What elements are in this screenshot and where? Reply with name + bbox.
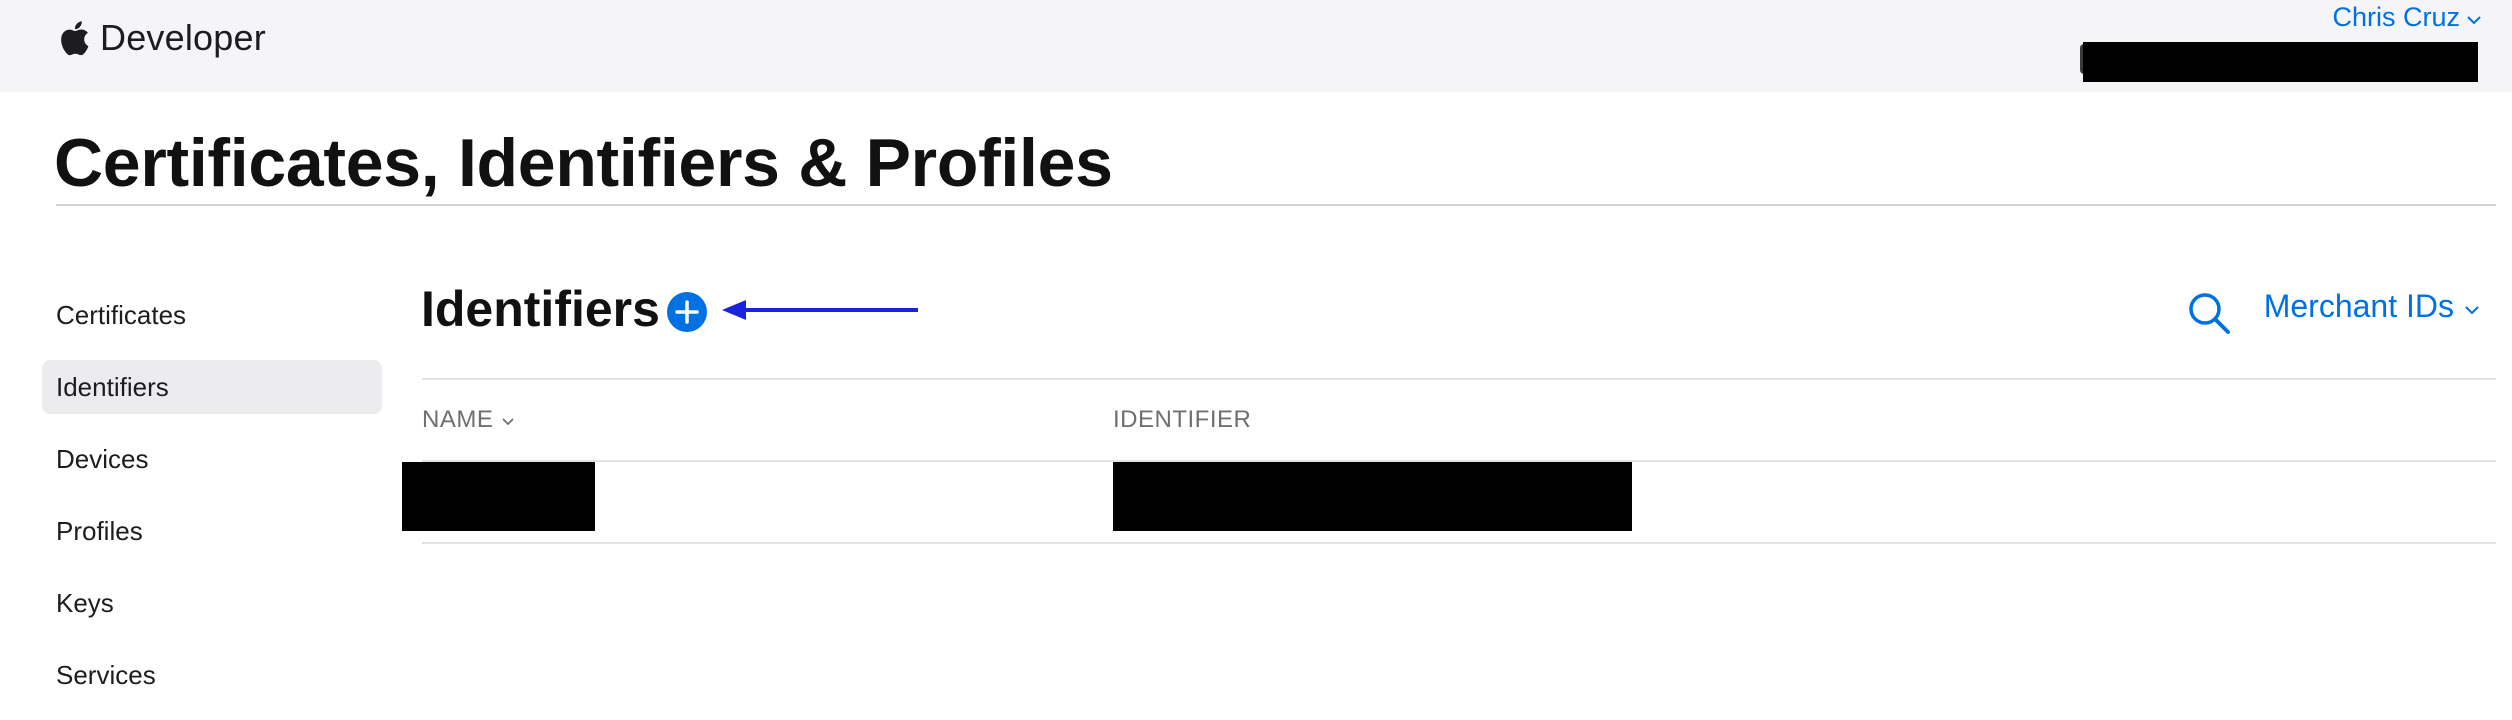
annotation-arrow bbox=[720, 296, 920, 331]
sidebar-item-profiles[interactable]: Profiles bbox=[42, 504, 382, 558]
search-button[interactable] bbox=[2186, 290, 2232, 336]
table-row[interactable] bbox=[400, 462, 2496, 542]
brand-label: Developer bbox=[100, 17, 266, 58]
divider bbox=[56, 204, 2496, 206]
chevron-down-icon bbox=[2466, 11, 2482, 25]
sidebar-item-keys[interactable]: Keys bbox=[42, 576, 382, 630]
top-navigation-bar: Developer Chris Cruz bbox=[0, 0, 2512, 92]
developer-home-link[interactable]: Developer bbox=[56, 14, 266, 62]
section-title: Identifiers bbox=[421, 281, 660, 337]
chevron-down-icon bbox=[2464, 299, 2480, 315]
identifier-type-filter[interactable]: Merchant IDs bbox=[2264, 288, 2480, 325]
page-title: Certificates, Identifiers & Profiles bbox=[54, 125, 1113, 201]
apple-logo-icon bbox=[56, 18, 90, 58]
sidebar-item-services[interactable]: Services bbox=[42, 648, 382, 702]
sidebar-item-identifiers[interactable]: Identifiers bbox=[42, 360, 382, 414]
account-menu[interactable]: Chris Cruz bbox=[2332, 2, 2482, 33]
account-name: Chris Cruz bbox=[2332, 2, 2460, 32]
team-name-redacted[interactable] bbox=[2083, 42, 2478, 82]
name-cell-redacted bbox=[402, 462, 595, 531]
divider bbox=[422, 542, 2496, 544]
plus-circle-icon bbox=[667, 292, 707, 332]
column-header-name[interactable]: NAME bbox=[422, 406, 515, 434]
column-header-label: IDENTIFIER bbox=[1113, 406, 1252, 433]
filter-label: Merchant IDs bbox=[2263, 288, 2454, 324]
column-header-identifier: IDENTIFIER bbox=[1113, 406, 1251, 434]
sidebar-item-devices[interactable]: Devices bbox=[42, 432, 382, 486]
sidebar: Certificates Identifiers Devices Profile… bbox=[42, 288, 382, 720]
search-icon bbox=[2186, 293, 2232, 340]
column-header-label: NAME bbox=[422, 406, 494, 433]
identifier-cell-redacted bbox=[1113, 462, 1632, 531]
divider bbox=[422, 378, 2496, 380]
chevron-down-icon bbox=[501, 415, 515, 426]
sidebar-item-certificates[interactable]: Certificates bbox=[42, 288, 382, 342]
add-identifier-button[interactable] bbox=[667, 292, 707, 332]
